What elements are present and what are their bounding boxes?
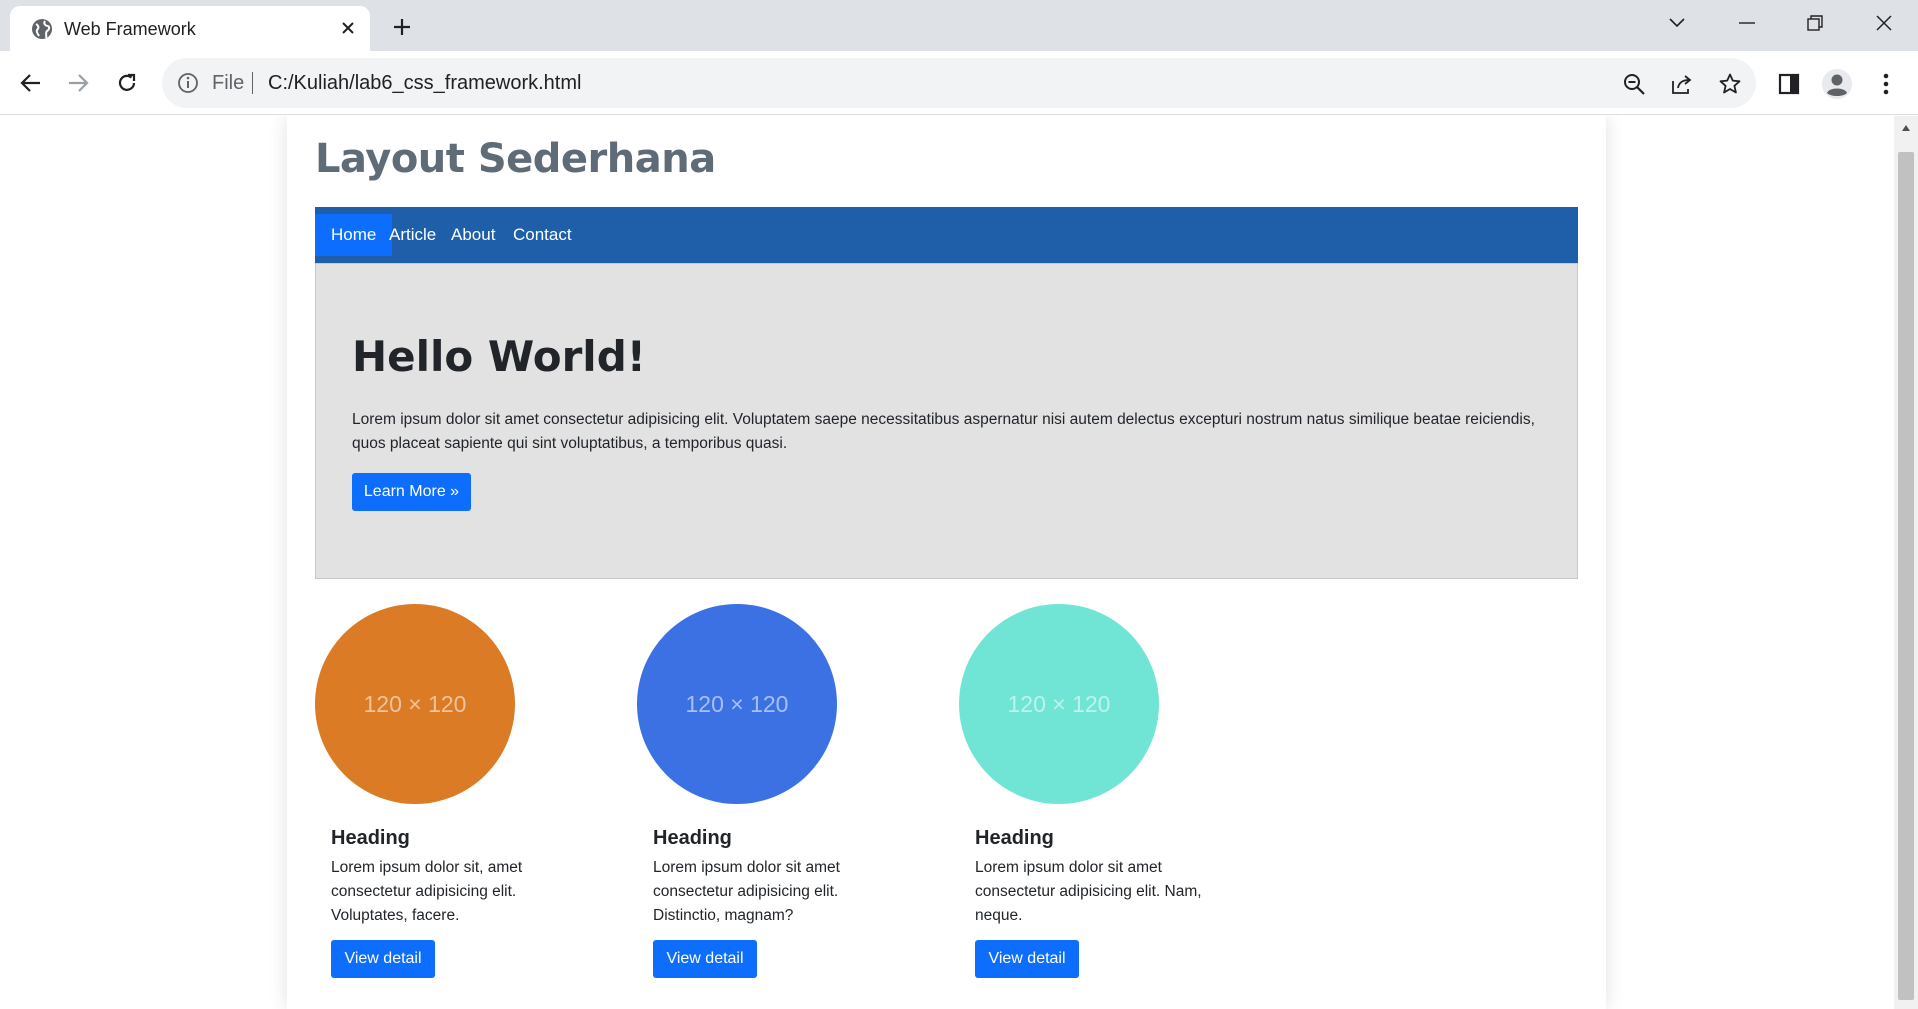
forward-arrow-icon[interactable] [60, 65, 96, 101]
reload-icon[interactable] [109, 65, 145, 101]
view-detail-button[interactable]: View detail [653, 940, 757, 978]
omnibox-scheme: File [212, 72, 245, 94]
view-detail-button[interactable]: View detail [331, 940, 435, 978]
learn-more-button[interactable]: Learn More » [352, 473, 471, 511]
placeholder-image: 120 × 120 [315, 604, 515, 804]
main-navbar: Home Article About Contact [315, 207, 1578, 263]
share-icon[interactable] [1668, 70, 1696, 98]
feature-card: 120 × 120 Heading Lorem ipsum dolor sit … [637, 604, 937, 1004]
feature-card: 120 × 120 Heading Lorem ipsum dolor sit … [959, 604, 1259, 1004]
placeholder-image: 120 × 120 [637, 604, 837, 804]
url-text[interactable]: C:/Kuliah/lab6_css_framework.html [268, 71, 581, 95]
close-icon[interactable] [334, 14, 362, 42]
hero-text: Lorem ipsum dolor sit amet consectetur a… [352, 411, 1535, 452]
browser-tab[interactable]: Web Framework [10, 6, 370, 51]
feature-card: 120 × 120 Heading Lorem ipsum dolor sit,… [315, 604, 615, 1004]
kebab-menu-icon[interactable] [1869, 67, 1903, 101]
info-icon[interactable] [176, 71, 200, 95]
page-container: Layout Sederhana Home Article About Cont… [287, 116, 1606, 1009]
scroll-up-arrow-icon[interactable] [1894, 116, 1918, 140]
back-arrow-icon[interactable] [13, 65, 49, 101]
page-viewport: Layout Sederhana Home Article About Cont… [0, 116, 1894, 1009]
tab-strip: Web Framework [0, 0, 1918, 51]
view-detail-button[interactable]: View detail [975, 940, 1079, 978]
restore-icon[interactable] [1790, 6, 1840, 40]
profile-icon[interactable] [1820, 67, 1854, 101]
card-heading: Heading [653, 827, 732, 849]
scrollbar-thumb[interactable] [1898, 152, 1914, 1000]
site-title: Layout Sederhana [315, 136, 716, 182]
card-text: Lorem ipsum dolor sit, amet consectetur … [331, 859, 523, 924]
hero-jumbotron: Hello World! Lorem ipsum dolor sit amet … [315, 263, 1578, 579]
zoom-out-icon[interactable] [1620, 70, 1648, 98]
star-icon[interactable] [1716, 70, 1744, 98]
placeholder-image: 120 × 120 [959, 604, 1159, 804]
globe-icon [30, 17, 54, 41]
nav-item-contact[interactable]: Contact [497, 214, 588, 256]
close-window-icon[interactable] [1859, 6, 1909, 40]
hero-title: Hello World! [352, 332, 646, 381]
card-heading: Heading [975, 827, 1054, 849]
chevron-down-icon[interactable] [1652, 6, 1702, 40]
vertical-scrollbar[interactable] [1894, 116, 1918, 1009]
side-panel-icon[interactable] [1772, 67, 1806, 101]
tab-title: Web Framework [64, 19, 196, 39]
card-text: Lorem ipsum dolor sit amet consectetur a… [653, 859, 840, 924]
minimize-icon[interactable] [1722, 6, 1772, 40]
plus-icon[interactable] [385, 10, 419, 44]
card-text: Lorem ipsum dolor sit amet consectetur a… [975, 859, 1202, 924]
card-heading: Heading [331, 827, 410, 849]
omnibox-divider [252, 72, 253, 94]
